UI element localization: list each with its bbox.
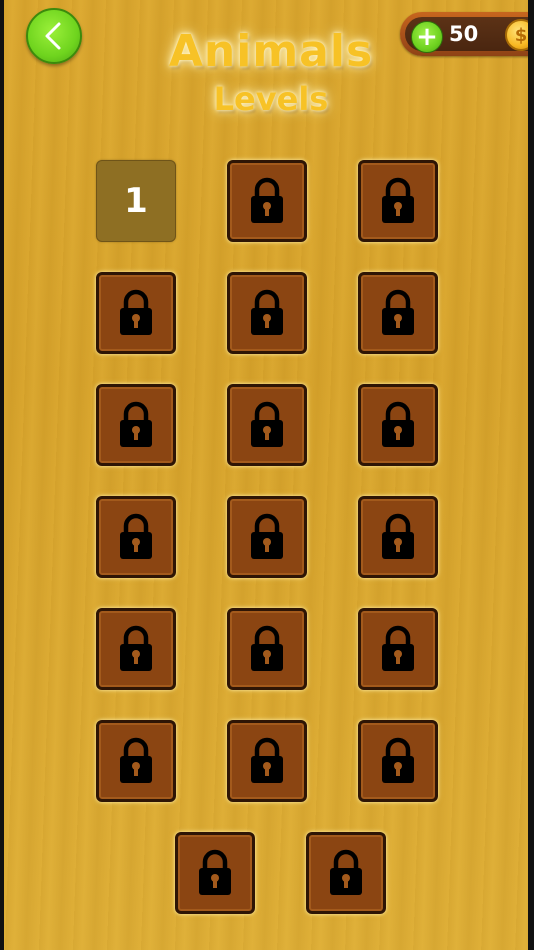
coin-counter-inner: + 50 $ (405, 17, 528, 53)
game-board: Animals Levels + 50 $ 1 (4, 0, 528, 950)
add-coins-button[interactable]: + (411, 21, 443, 53)
level-tile-7[interactable] (96, 384, 176, 466)
level-tile-1[interactable]: 1 (96, 160, 176, 242)
level-tile-19[interactable] (175, 832, 255, 914)
level-tile-4[interactable] (96, 272, 176, 354)
padlock-icon (382, 737, 414, 783)
level-tile-17[interactable] (227, 720, 307, 802)
padlock-icon (199, 849, 231, 895)
level-tile-9[interactable] (358, 384, 438, 466)
level-tile-2[interactable] (227, 160, 307, 242)
padlock-icon (382, 513, 414, 559)
padlock-icon (382, 401, 414, 447)
padlock-icon (120, 737, 152, 783)
padlock-icon (251, 401, 283, 447)
coin-symbol: $ (514, 24, 528, 46)
plus-icon: + (416, 22, 438, 52)
level-tile-10[interactable] (96, 496, 176, 578)
padlock-icon (251, 737, 283, 783)
level-tile-5[interactable] (227, 272, 307, 354)
padlock-icon (120, 513, 152, 559)
coin-counter: + 50 $ (400, 12, 528, 56)
level-number: 1 (124, 181, 148, 221)
coin-icon: $ (505, 19, 528, 51)
padlock-icon (382, 177, 414, 223)
level-tile-14[interactable] (227, 608, 307, 690)
level-tile-6[interactable] (358, 272, 438, 354)
level-tile-15[interactable] (358, 608, 438, 690)
padlock-icon (382, 625, 414, 671)
padlock-icon (120, 625, 152, 671)
padlock-icon (251, 177, 283, 223)
padlock-icon (251, 289, 283, 335)
padlock-icon (251, 513, 283, 559)
padlock-icon (120, 401, 152, 447)
padlock-icon (251, 625, 283, 671)
level-tile-20[interactable] (306, 832, 386, 914)
level-tile-13[interactable] (96, 608, 176, 690)
page-subtitle: Levels (213, 80, 329, 118)
padlock-icon (120, 289, 152, 335)
level-tile-8[interactable] (227, 384, 307, 466)
level-tile-12[interactable] (358, 496, 438, 578)
padlock-icon (330, 849, 362, 895)
coin-count: 50 (449, 22, 479, 46)
level-tile-16[interactable] (96, 720, 176, 802)
level-tile-3[interactable] (358, 160, 438, 242)
level-tile-18[interactable] (358, 720, 438, 802)
level-tile-11[interactable] (227, 496, 307, 578)
padlock-icon (382, 289, 414, 335)
